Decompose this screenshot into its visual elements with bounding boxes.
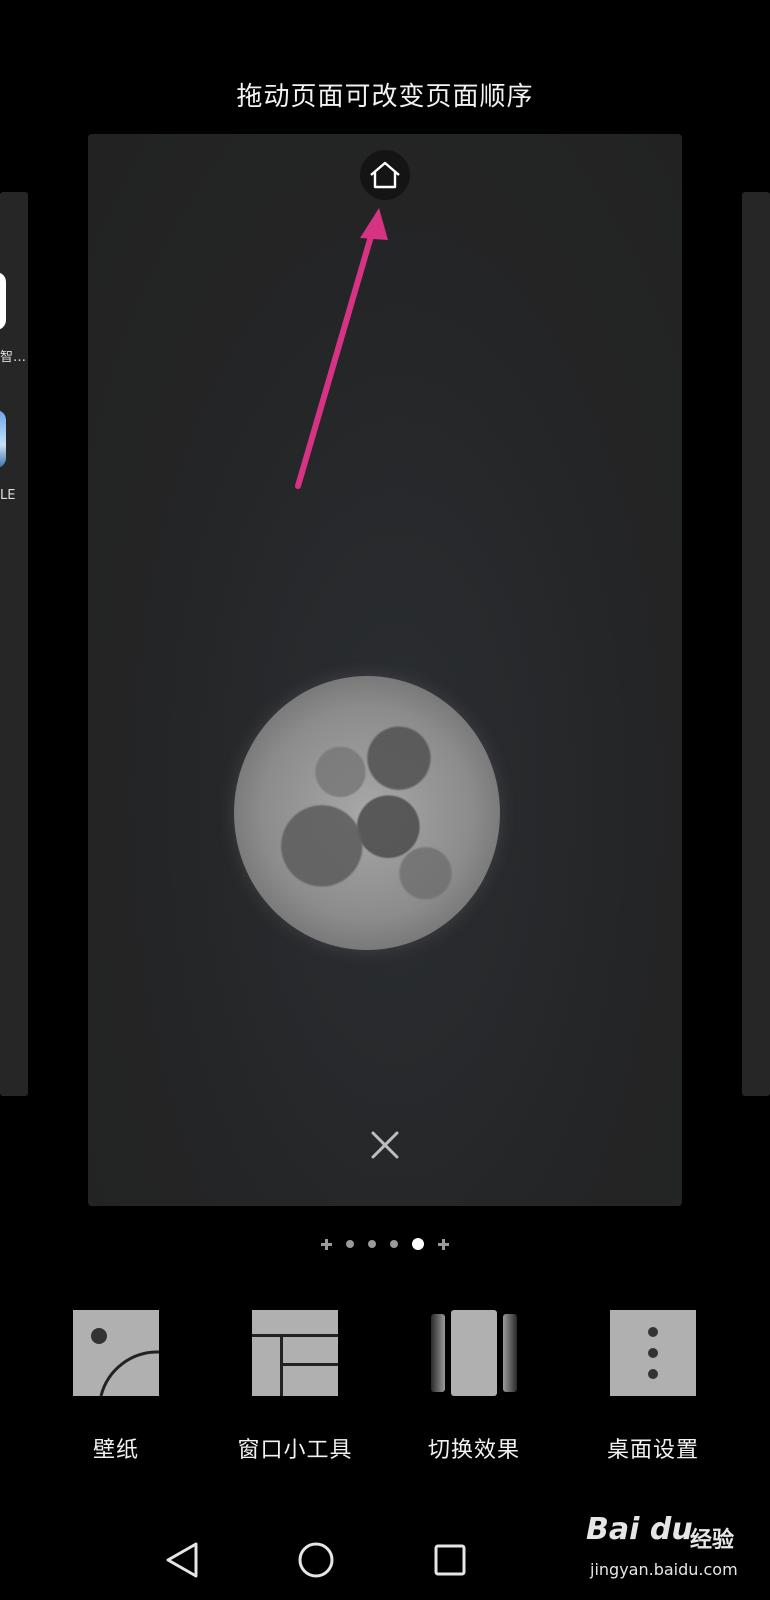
edit-toolbar: 壁纸 窗口小工具 切换效果 桌面设置 [0, 1310, 770, 1470]
page-dot[interactable] [368, 1240, 376, 1248]
close-icon [371, 1131, 399, 1159]
add-page-icon[interactable] [438, 1238, 449, 1250]
watermark-brand: Bai du [586, 1512, 693, 1547]
app-icon[interactable] [0, 272, 6, 330]
page-dot[interactable] [346, 1240, 354, 1248]
annotation-arrow [295, 208, 388, 489]
recents-icon [434, 1544, 466, 1576]
add-page-icon[interactable] [321, 1238, 332, 1250]
page-dot[interactable] [390, 1240, 398, 1248]
watermark-url: jingyan.baidu.com [590, 1560, 738, 1579]
previous-page-preview[interactable]: 智… LE [0, 192, 28, 1096]
reorder-hint: 拖动页面可改变页面顺序 [236, 82, 534, 112]
desktop-settings-button[interactable]: 桌面设置 [563, 1310, 743, 1464]
page-indicator [0, 1238, 770, 1250]
current-page-card[interactable] [88, 134, 682, 1206]
widgets-label: 窗口小工具 [237, 1438, 353, 1463]
widgets-button[interactable]: 窗口小工具 [205, 1310, 385, 1464]
back-button[interactable] [152, 1530, 212, 1590]
next-page-preview[interactable] [742, 192, 770, 1096]
page-dot-active[interactable] [412, 1238, 424, 1250]
baidu-jingyan-watermark: Bai du 经验 jingyan.baidu.com [572, 1510, 762, 1590]
app-icon[interactable] [0, 410, 6, 468]
widgets-icon [252, 1310, 338, 1396]
desktop-settings-label: 桌面设置 [606, 1438, 699, 1463]
app-label: 智… [0, 350, 27, 365]
watermark-brand-cn: 经验 [690, 1528, 735, 1553]
home-button[interactable] [286, 1530, 346, 1590]
back-icon [166, 1542, 198, 1578]
wallpaper-icon [73, 1310, 160, 1397]
transition-effects-label: 切换效果 [427, 1438, 520, 1463]
transition-effects-button[interactable]: 切换效果 [384, 1310, 564, 1464]
desktop-settings-icon [610, 1310, 696, 1396]
wallpaper-label: 壁纸 [92, 1438, 139, 1463]
moon-image [234, 676, 500, 950]
home-circle-icon [298, 1542, 334, 1578]
app-label: LE [0, 488, 16, 503]
wallpaper-button[interactable]: 壁纸 [26, 1310, 206, 1464]
transition-effects-icon [431, 1310, 517, 1396]
recents-button[interactable] [420, 1530, 480, 1590]
delete-page-button[interactable] [364, 1124, 406, 1166]
